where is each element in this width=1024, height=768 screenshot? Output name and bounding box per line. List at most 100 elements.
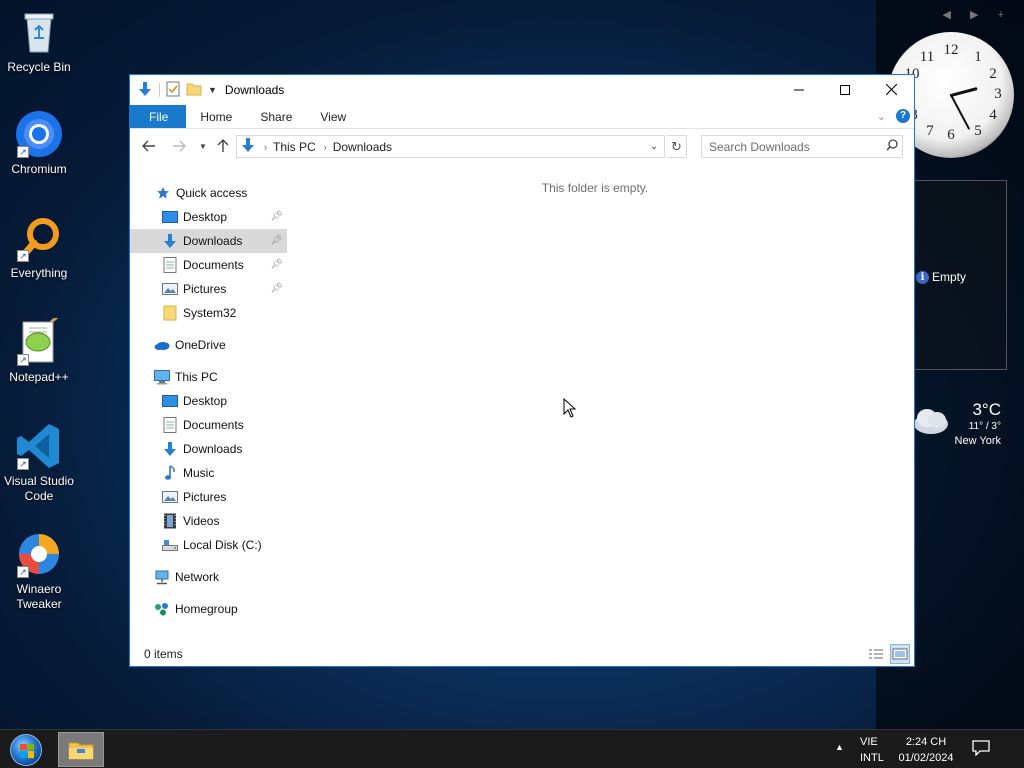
desktop-icon-vscode[interactable]: ↗ Visual Studio Code <box>0 422 78 504</box>
desktop-icon-label: Notepad++ <box>9 370 69 384</box>
file-list-area[interactable]: This folder is empty. <box>288 181 914 641</box>
nav-pc-videos[interactable]: Videos <box>130 509 287 533</box>
nav-pc-music[interactable]: Music <box>130 461 287 485</box>
nav-qa-system32[interactable]: System32 <box>130 301 287 325</box>
windows-logo-icon <box>10 733 42 766</box>
nav-pc-desktop[interactable]: Desktop <box>130 389 287 413</box>
desktop-icon-winaero[interactable]: ↗ Winaero Tweaker <box>0 530 78 612</box>
address-bar[interactable]: › This PC › Downloads ⌄ <box>236 135 665 158</box>
recycle-gadget-status: i Empty <box>916 270 966 284</box>
pin-icon[interactable]: 📌︎ <box>270 211 283 222</box>
winaero-tweaker-icon: ↗ <box>15 530 63 578</box>
network-icon <box>154 569 170 585</box>
everything-search-icon: ↗ <box>15 214 63 262</box>
tab-file[interactable]: File <box>130 105 187 128</box>
clock-numeral: 6 <box>947 127 955 143</box>
nav-quick-access[interactable]: Quick access <box>130 181 287 205</box>
help-icon[interactable]: ? <box>896 109 910 123</box>
taskbar: ▲ VIE INTL 2:24 CH 01/02/2024 <box>0 729 1024 768</box>
nav-qa-downloads[interactable]: Downloads 📌︎ <box>130 229 287 253</box>
minimize-button[interactable] <box>776 75 822 104</box>
drive-icon <box>162 537 178 553</box>
clock-numeral: 4 <box>989 107 997 123</box>
nav-label: System32 <box>183 306 237 320</box>
properties-icon[interactable] <box>166 81 180 100</box>
recycle-gadget-label: Empty <box>932 270 967 284</box>
empty-folder-message: This folder is empty. <box>541 181 649 195</box>
pin-icon[interactable]: 📌︎ <box>270 235 283 246</box>
nav-pc-documents[interactable]: Documents <box>130 413 287 437</box>
nav-onedrive[interactable]: OneDrive <box>130 333 287 357</box>
title-bar[interactable]: ▼ Downloads <box>130 75 914 105</box>
desktop-icon-chromium[interactable]: ↗ Chromium <box>0 110 78 177</box>
maximize-button[interactable] <box>822 75 868 104</box>
desktop-icon-label: Visual Studio Code <box>4 474 74 503</box>
recycle-bin-icon <box>15 8 63 56</box>
up-arrow-icon <box>217 139 229 152</box>
nav-this-pc[interactable]: This PC <box>130 365 287 389</box>
nav-homegroup[interactable]: Homegroup <box>130 597 287 621</box>
nav-qa-documents[interactable]: Documents 📌︎ <box>130 253 287 277</box>
nav-label: Desktop <box>183 210 228 224</box>
chevron-right-icon[interactable]: › <box>324 142 327 152</box>
clock-numeral: 3 <box>994 86 1002 102</box>
show-hidden-icons-icon[interactable]: ▲ <box>835 742 844 752</box>
downloads-arrow-icon <box>137 81 153 100</box>
clock-numeral: 5 <box>974 123 982 139</box>
search-icon[interactable] <box>882 139 902 154</box>
qat-dropdown-icon[interactable]: ▼ <box>208 85 217 95</box>
breadcrumb-this-pc[interactable]: This PC <box>273 140 316 154</box>
cloud-icon <box>914 409 948 434</box>
refresh-button[interactable]: ↻ <box>667 135 687 158</box>
pin-icon[interactable]: 📌︎ <box>270 283 283 294</box>
forward-button[interactable] <box>169 136 189 156</box>
desktop-icon-notepadpp[interactable]: ↗ Notepad++ <box>0 312 78 385</box>
chevron-right-icon[interactable]: › <box>264 142 267 152</box>
close-button[interactable] <box>868 75 914 104</box>
clock-time: 2:24 CH <box>905 736 947 748</box>
nav-pc-downloads[interactable]: Downloads <box>130 437 287 461</box>
taskbar-file-explorer[interactable] <box>58 732 104 767</box>
up-button[interactable] <box>213 136 233 156</box>
weather-gadget[interactable]: 3°C 11° / 3° New York <box>913 396 1009 454</box>
desktop-icon-label: Recycle Bin <box>7 60 71 74</box>
details-view-icon <box>869 649 883 659</box>
start-button[interactable] <box>6 732 46 767</box>
downloads-location-icon <box>240 137 256 156</box>
desktop-icon-label: Chromium <box>11 162 67 176</box>
desktop-icon-recycle-bin[interactable]: Recycle Bin <box>0 8 78 75</box>
nav-pc-pictures[interactable]: Pictures <box>130 485 287 509</box>
status-bar: 0 items <box>130 642 914 666</box>
address-dropdown-icon[interactable]: ⌄ <box>644 136 664 157</box>
search-input[interactable] <box>709 139 882 154</box>
folder-icon <box>162 305 178 321</box>
new-folder-icon[interactable] <box>186 82 202 99</box>
tab-view[interactable]: View <box>306 105 360 128</box>
nav-qa-pictures[interactable]: Pictures 📌︎ <box>130 277 287 301</box>
desktop-icon-everything[interactable]: ↗ Everything <box>0 214 78 281</box>
details-view-button[interactable] <box>866 644 886 664</box>
recent-locations-button[interactable]: ▼ <box>193 136 213 156</box>
pin-icon[interactable]: 📌︎ <box>270 259 283 270</box>
gadget-nav-controls[interactable]: ◀ ▶ + <box>943 8 1012 21</box>
search-box[interactable] <box>701 135 903 158</box>
nav-qa-desktop[interactable]: Desktop 📌︎ <box>130 205 287 229</box>
input-language[interactable]: VIE INTL <box>860 734 884 766</box>
back-button[interactable] <box>139 136 159 156</box>
expand-ribbon-icon[interactable]: ⌄ <box>877 110 886 123</box>
action-center-button[interactable] <box>972 740 990 759</box>
tab-share[interactable]: Share <box>246 105 306 128</box>
window-title: Downloads <box>224 83 285 97</box>
mouse-cursor-icon <box>563 398 577 418</box>
keyboard-layout: INTL <box>860 752 884 764</box>
breadcrumb-downloads[interactable]: Downloads <box>333 140 392 154</box>
vscode-icon: ↗ <box>15 422 63 470</box>
navigation-pane: Quick access Desktop 📌︎ Downloads 📌︎ Doc… <box>130 181 288 641</box>
tab-home[interactable]: Home <box>186 105 246 128</box>
system-clock[interactable]: 2:24 CH 01/02/2024 <box>894 734 958 766</box>
recycle-bin-gadget[interactable]: i Empty <box>913 180 1007 370</box>
nav-label: OneDrive <box>175 338 226 352</box>
large-icons-view-button[interactable] <box>890 644 910 664</box>
nav-pc-local-disk[interactable]: Local Disk (C:) <box>130 533 287 557</box>
nav-network[interactable]: Network <box>130 565 287 589</box>
